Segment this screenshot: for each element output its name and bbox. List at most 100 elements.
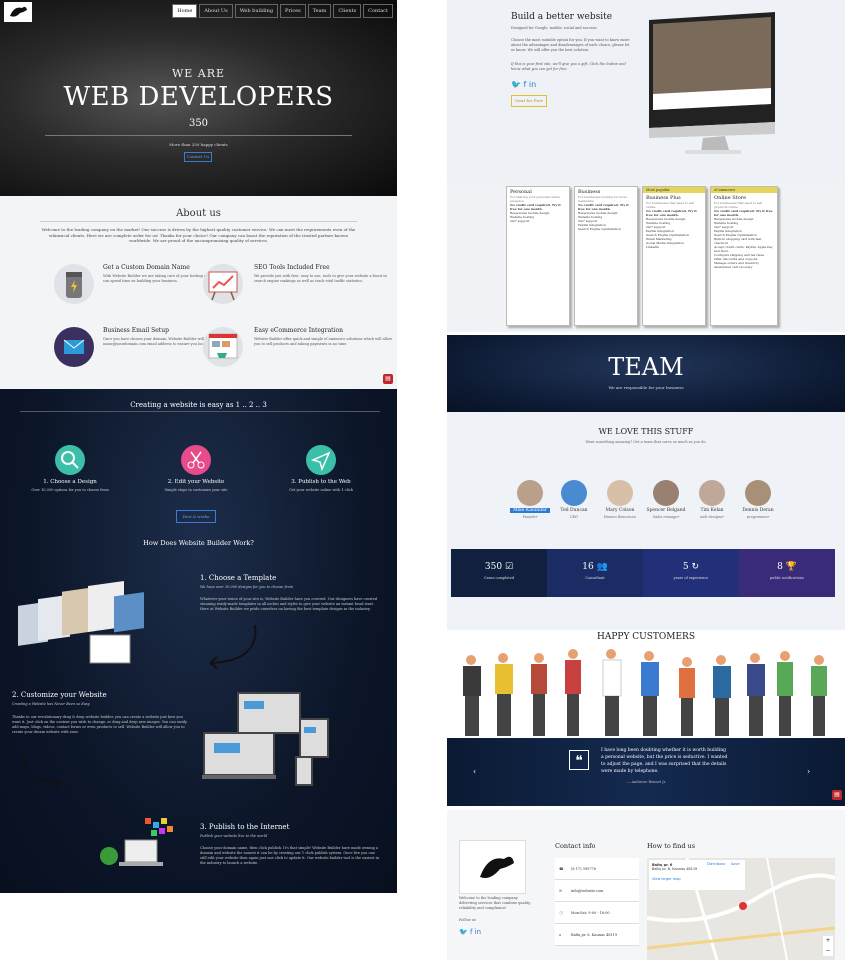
pricing-card: Business For businesses looking for more… [574,186,638,326]
twitter-icon[interactable]: 🐦 [459,928,468,936]
nav-prices[interactable]: Prices [280,4,306,18]
save-link[interactable]: Save [731,862,740,866]
steps-heading: Creating a website is easy as 1 .. 2 .. … [130,401,267,409]
email-icon [54,327,94,367]
plan-feature: Search Engine Optimization [578,227,621,231]
avatar[interactable] [699,480,725,506]
avatar[interactable] [607,480,633,506]
publish-illustration [95,814,180,874]
nav-clients[interactable]: Clients [333,4,362,18]
clock-icon: 🕑 [559,911,564,915]
stat-number: 16 [582,562,594,572]
block-desc: Whatever your vision of your site is, We… [200,597,378,611]
footer-logo[interactable] [459,840,526,894]
nav-about[interactable]: About Us [199,4,233,18]
templates-illustration [10,577,170,667]
footer: Welcome to the leading company deliverin… [447,810,845,960]
member-role: programmer [746,515,770,519]
slider-dots[interactable] [627,799,657,801]
map-title: How to find us [647,842,696,850]
block-subtitle: Creating a Website has Never Been so Eas… [12,702,90,706]
plan-name: Business Plus [646,195,681,201]
block-title: 2. Customize your Website [12,691,107,699]
avatar[interactable] [561,480,587,506]
site-logo[interactable] [4,2,32,22]
member-role: Founder [522,515,538,519]
ecommerce-icon [203,327,243,367]
directions-link[interactable]: Directions [707,862,725,866]
build-title: Build a better website [511,12,613,22]
view-larger-map-link[interactable]: View larger map [652,877,742,881]
feature-desc: We provide you with free, easy to use, t… [254,274,387,283]
step-desc: Over 10,000 options for you to choose fr… [31,488,109,492]
embedded-map[interactable]: Baltų pr. 6 Baltų pr. 6, Kaunas 48119 Vi… [646,857,836,960]
plan-feature: No credit card required. Try it free for… [646,209,697,217]
facebook-icon[interactable]: f [470,928,472,936]
prev-arrow-icon[interactable]: ‹ [473,767,476,776]
avatar[interactable] [517,480,543,506]
team-members-section: WE LOVE THIS STUFF Want something amazin… [447,412,845,630]
stat-card: 350 ☑ Cases completed [451,549,547,597]
feature-desc: Website Builder offer quick and simple e… [254,337,393,346]
about-title: About us [176,208,221,219]
avatar[interactable] [745,480,771,506]
facebook-icon[interactable]: f [524,80,527,89]
stat-label: Consultant [585,576,605,580]
chat-button[interactable]: ▤ [832,790,842,800]
love-subtitle: Want something amazing? Get a team that … [585,440,707,444]
block-desc: Choose your domain name, then click publ… [200,846,380,865]
home-icon: ⌂ [559,933,562,937]
check-icon: ☑ [504,562,514,572]
testimonial-author: — Ambrose Bennet Jr. [627,780,667,784]
build-text: Choose the most suitable option for you.… [511,38,630,52]
social-links: 🐦 f in [511,80,536,89]
nav-home[interactable]: Home [172,4,198,18]
love-title: WE LOVE THIS STUFF [598,427,694,436]
hours-text: Mon-Sat: 9:00 - 18:00 [571,911,610,915]
member-name: Ted Duncan [560,508,588,513]
block-title: 1. Choose a Template [200,574,277,582]
curved-arrow-icon [23,754,61,789]
scissors-icon [181,445,211,475]
how-it-works-button[interactable]: How it works [176,510,216,523]
member-name: Mary Colson [605,508,635,513]
zoom-controls[interactable]: + − [823,936,833,956]
plan-feature: No credit card required. Try it free for… [510,203,561,211]
nav-web-building[interactable]: Web building [234,4,279,18]
hero-subtitle: More than 350 happy clients [169,142,228,147]
step-desc: Simple steps to customize your site [164,488,228,492]
chat-button[interactable]: ▤ [383,374,393,384]
avatar[interactable] [653,480,679,506]
plan-sub: For businesses that need to sell product… [714,201,763,209]
feature-title: SEO Tools Included Free [254,264,330,271]
next-arrow-icon[interactable]: › [807,767,810,776]
block-title: 3. Publish to the Internet [200,823,290,831]
plan-name: Personal [510,189,532,195]
contact-us-button[interactable]: Contact Us [184,152,212,162]
start-free-button[interactable]: Start for Free [511,95,547,107]
main-nav: Home About Us Web building Prices Team C… [172,4,393,18]
nav-contact[interactable]: Contact [363,4,393,18]
pricing-card: Personal For sharing your personal onlin… [506,186,570,326]
email-item[interactable]: ✉ info@website.com [555,880,639,902]
phone-item[interactable]: ☎ (8 17) 390778 [555,858,639,880]
about-section: About us Welcome to the leading company … [0,196,397,389]
plan-feature: Built-in shopping cart with fast checkou… [714,237,762,245]
build-text: Designed for Google, mobile, social and … [511,26,598,30]
step-desc: Get your website online with 1 click [289,488,353,492]
linkedin-icon[interactable]: in [529,80,536,89]
linkedin-icon[interactable]: in [475,928,481,936]
feature-title: Get a Custom Domain Name [103,264,190,271]
hero-section: Home About Us Web building Prices Team C… [0,0,397,196]
member-name: Mike Kalundar [510,508,550,513]
seo-chart-icon [203,264,243,304]
customers-title: HAPPY CUSTOMERS [596,632,695,642]
nav-team[interactable]: Team [307,4,332,18]
member-name: Tim Kelan [700,508,724,513]
stat-number: 350 [484,562,503,572]
stat-card: 5 ↻ years of experience [643,549,739,597]
twitter-icon[interactable]: 🐦 [511,80,521,89]
build-text: If this is your first site, we'll give y… [511,62,626,71]
steps-section: Creating a website is easy as 1 .. 2 .. … [0,389,397,893]
step-title: 3. Publish to the Web [291,479,351,485]
